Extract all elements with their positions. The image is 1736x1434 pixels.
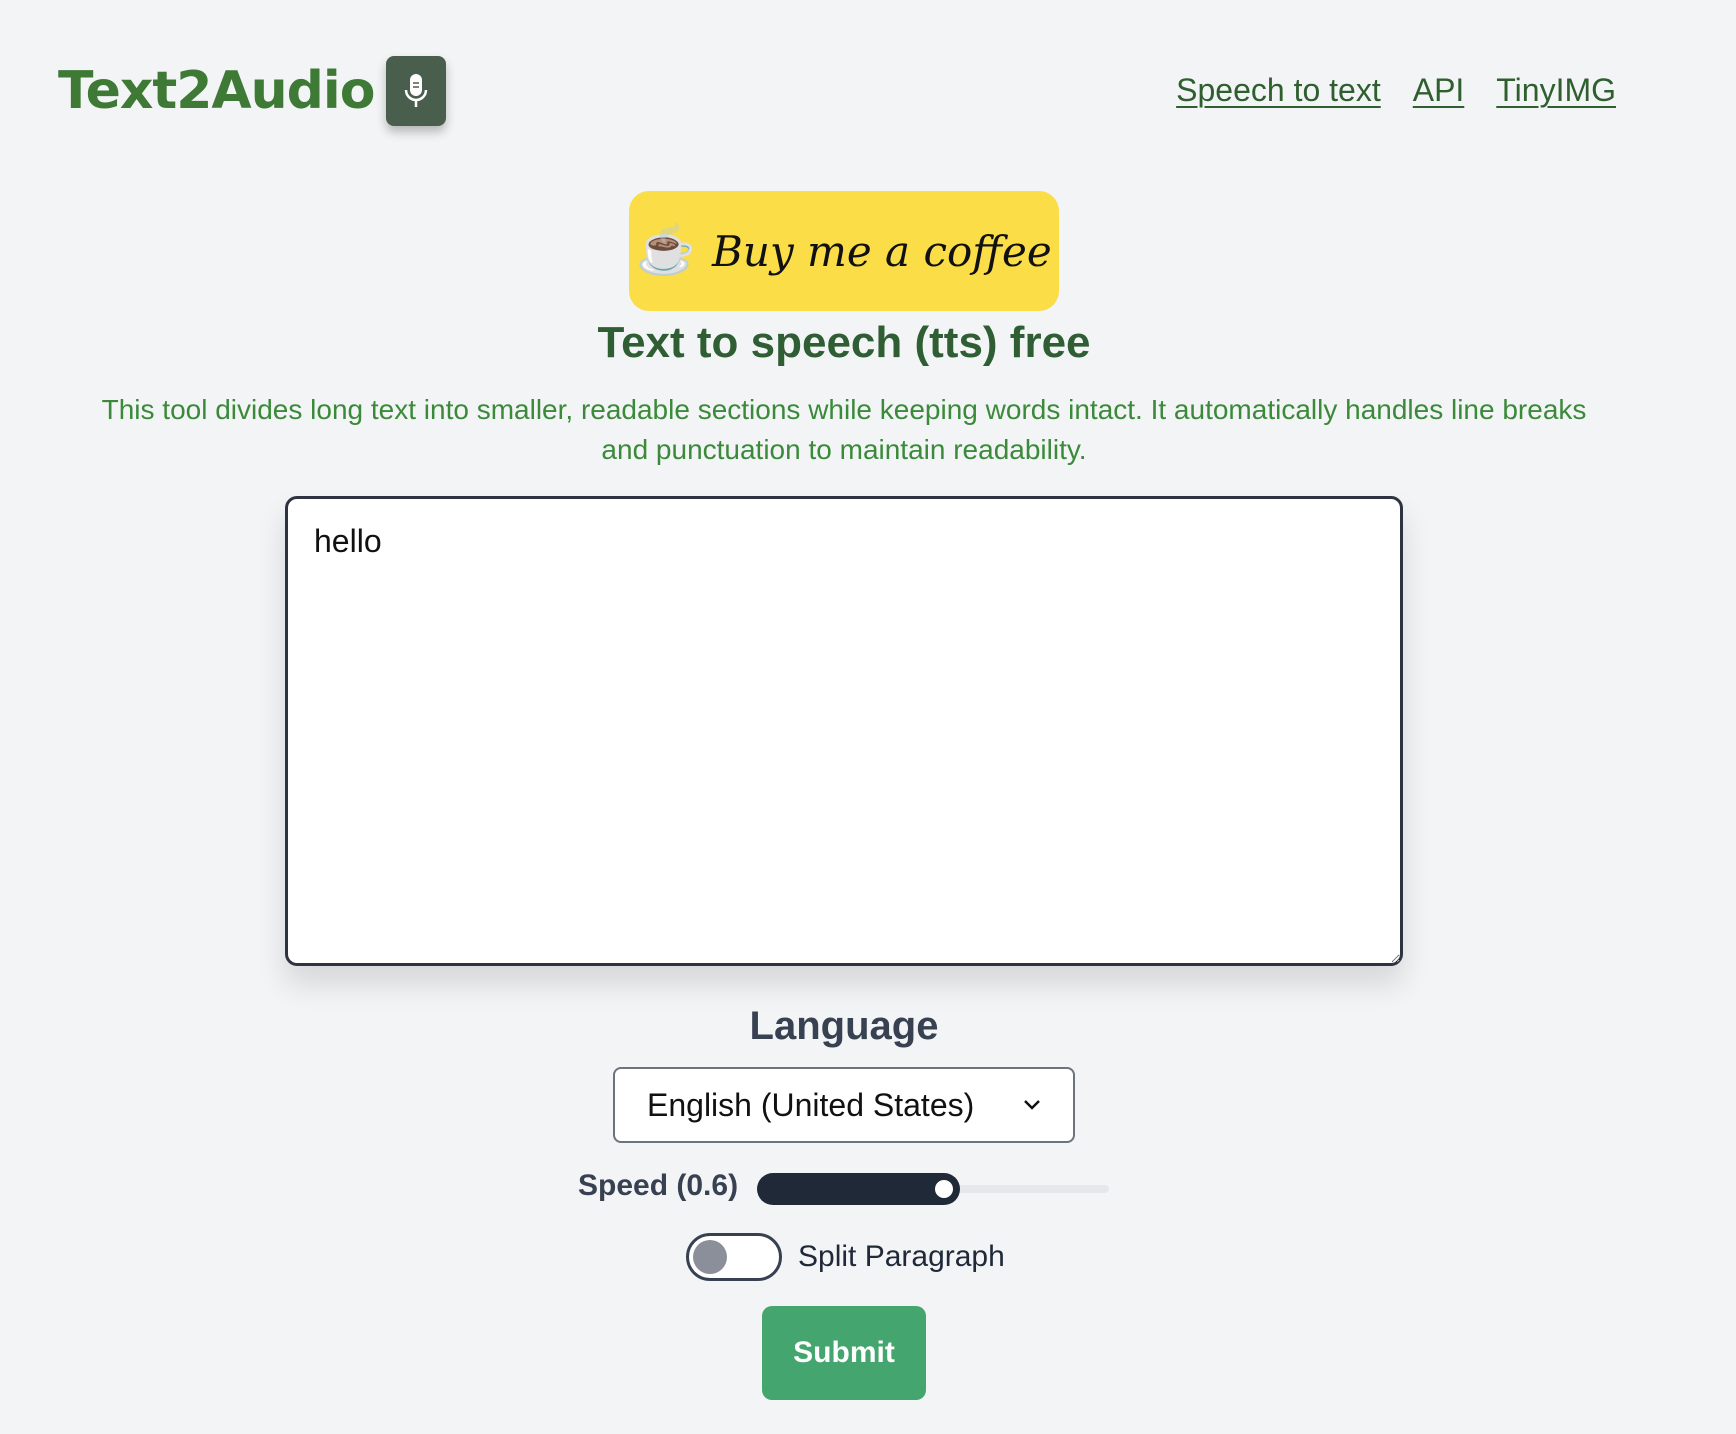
submit-button[interactable]: Submit (762, 1306, 926, 1400)
logo-text: Text2Audio (58, 61, 375, 121)
speed-slider[interactable] (757, 1173, 1109, 1205)
text-input-container: hello (285, 496, 1403, 966)
speed-value: (0.6) (676, 1169, 739, 1202)
split-paragraph-label: Split Paragraph (798, 1240, 1005, 1273)
chevron-down-icon (1023, 1096, 1041, 1114)
speed-label-group: Speed (0.6) (578, 1169, 756, 1203)
site-header: Text2Audio Speech to text API TinyIMG (0, 0, 1736, 150)
speed-label: Speed (0.6) (578, 1169, 739, 1202)
language-label: Language (749, 1004, 939, 1048)
nav-link-api[interactable]: API (1413, 72, 1465, 109)
nav-link-tinyimg[interactable]: TinyIMG (1496, 72, 1616, 109)
page-title: Text to speech (tts) free (597, 318, 1091, 367)
coffee-button-label: Buy me a coffee (712, 226, 1052, 276)
buy-me-a-coffee-button[interactable]: ☕ Buy me a coffee (629, 191, 1059, 311)
language-select-value: English (United States) (647, 1086, 975, 1123)
coffee-cup-icon: ☕ (636, 224, 697, 277)
microphone-icon (386, 56, 447, 126)
logo[interactable]: Text2Audio (58, 56, 447, 126)
speed-slider-thumb[interactable] (929, 1174, 959, 1204)
nav-link-speech-to-text[interactable]: Speech to text (1176, 72, 1381, 109)
language-select[interactable]: English (United States) (613, 1067, 1075, 1143)
top-nav: Speech to text API TinyIMG (1176, 72, 1616, 109)
page-description: This tool divides long text into smaller… (101, 394, 1587, 465)
toggle-knob (693, 1240, 727, 1274)
split-paragraph-row: Split Paragraph (686, 1233, 1005, 1281)
text-input[interactable]: hello (285, 496, 1403, 966)
split-paragraph-toggle[interactable] (686, 1233, 782, 1281)
